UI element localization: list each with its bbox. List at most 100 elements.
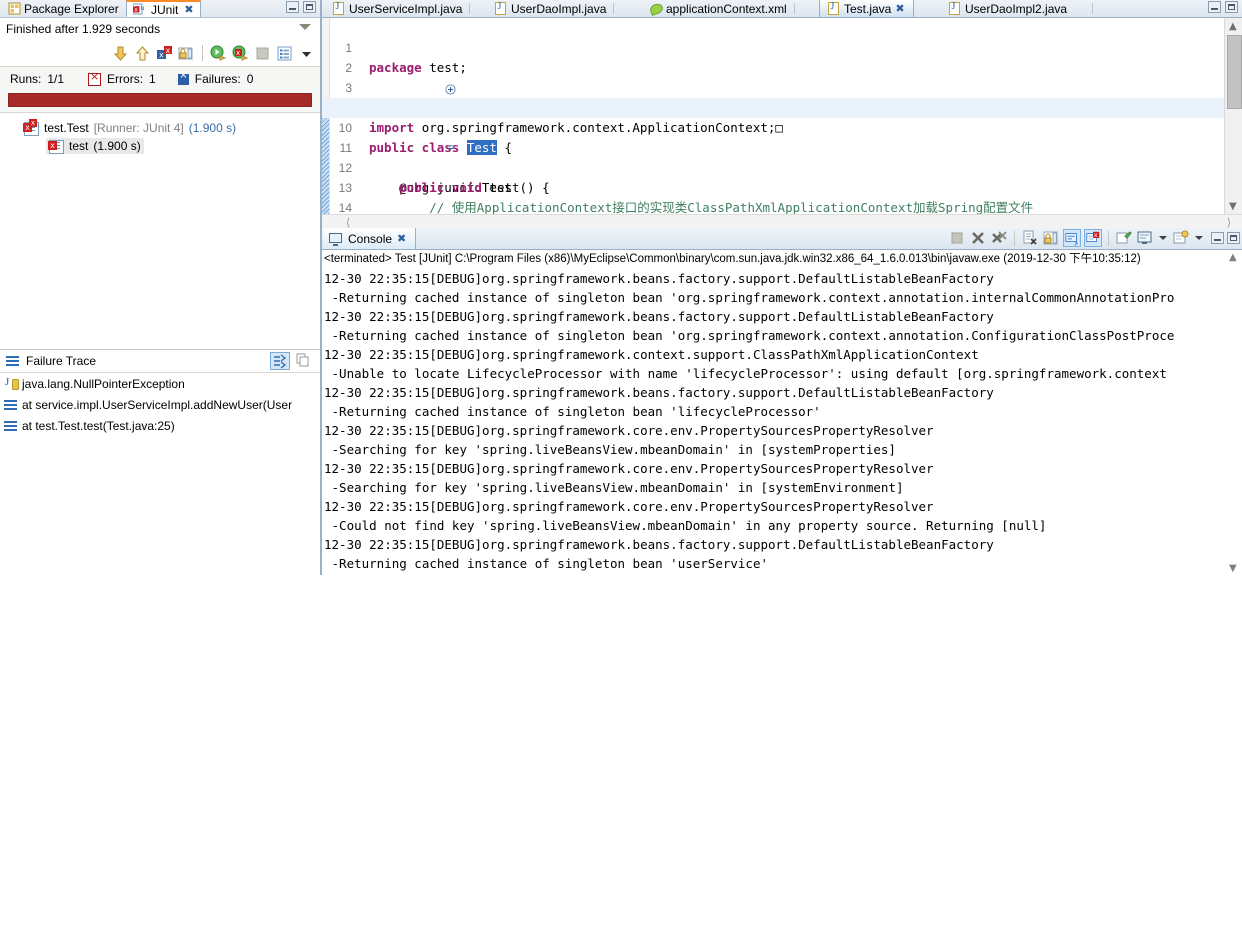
fold-collapse-icon[interactable] (355, 121, 456, 150)
tab-label: Package Explorer (24, 1, 119, 16)
scroll-down-icon[interactable]: ▼ (1225, 198, 1242, 214)
code-editor[interactable]: 1 package test; 2 3 import org.springfra… (321, 18, 1242, 214)
tree-item-runner: [Runner: JUnit 4] (93, 121, 184, 135)
junit-progress-bar (8, 93, 312, 107)
code-line: 3 import org.springframework.context.App… (321, 58, 1224, 135)
test-history-icon[interactable] (275, 44, 294, 63)
scroll-down-icon[interactable]: ▼ (1229, 563, 1237, 574)
console-line: 12-30 22:35:15[DEBUG]org.springframework… (324, 423, 934, 438)
close-icon[interactable]: ✖ (397, 232, 406, 245)
code-line: 12 public void test() { (321, 138, 1224, 195)
fold-expand-icon[interactable] (355, 61, 456, 95)
scroll-up-icon[interactable]: ▲ (1229, 252, 1237, 263)
rerun-test-icon[interactable] (209, 44, 228, 63)
tab-user-dao-impl[interactable]: UserDaoImpl.java (487, 0, 615, 17)
package-explorer-icon (8, 2, 21, 15)
console-line: 12-30 22:35:15[DEBUG]org.springframework… (324, 461, 934, 476)
tab-console[interactable]: Console ✖ (323, 228, 417, 249)
code-line: 10 public class Test { (321, 98, 1224, 155)
test-class-error-icon: xx (23, 119, 39, 136)
tree-item-time: (1.900 s) (93, 139, 141, 153)
junit-icon: xu (132, 3, 148, 16)
code-lines: 1 package test; 2 3 import org.springfra… (321, 18, 1224, 214)
editor-vertical-scrollbar[interactable]: ▲ ▼ (1224, 18, 1242, 214)
filter-stack-trace-icon[interactable] (270, 352, 290, 370)
close-icon[interactable]: ✖ (895, 2, 904, 15)
tree-item-test-method[interactable]: x test (1.900 s) (0, 137, 320, 155)
lock-scroll-icon[interactable] (177, 44, 196, 63)
next-failure-icon[interactable] (111, 44, 130, 63)
tab-user-service-impl[interactable]: UserServiceImpl.java (325, 0, 471, 17)
show-console-on-output-icon[interactable]: x (1084, 229, 1102, 247)
failures-label: Failures: (194, 72, 241, 86)
display-selected-console-dropdown[interactable] (1159, 236, 1167, 240)
open-console-dropdown[interactable] (1195, 236, 1203, 240)
list-item[interactable]: at service.impl.UserServiceImpl.addNewUs… (0, 394, 320, 415)
open-console-icon[interactable] (1172, 229, 1190, 247)
console-output[interactable]: <terminated> Test [JUnit] C:\Program Fil… (321, 250, 1242, 576)
code-line: 11 @org.junit.Test (321, 118, 1224, 195)
chevron-down-icon[interactable] (299, 24, 311, 30)
display-selected-console-icon[interactable] (1136, 229, 1154, 247)
minimize-button[interactable] (1211, 232, 1224, 244)
stop-icon (253, 44, 272, 63)
scrollbar-thumb[interactable] (1227, 35, 1242, 109)
remove-launch-icon[interactable] (969, 229, 987, 247)
svg-text:x: x (166, 46, 171, 55)
show-failures-only-icon[interactable]: xx (155, 44, 174, 63)
clear-console-icon[interactable] (1021, 229, 1039, 247)
tab-label: UserServiceImpl.java (349, 1, 463, 16)
scroll-lock-icon[interactable] (1042, 229, 1060, 247)
tree-item-label: test.Test (44, 121, 89, 135)
tree-item-test-class[interactable]: xx test.Test [Runner: JUnit 4] (1.900 s) (0, 119, 320, 137)
failures-icon (177, 70, 189, 85)
minimize-button[interactable] (1208, 1, 1221, 13)
list-item-label: java.lang.NullPointerException (22, 376, 185, 391)
test-method-error-icon: x (48, 139, 64, 154)
rerun-failed-tests-icon[interactable]: x (231, 44, 250, 63)
list-item[interactable]: at test.Test.test(Test.java:25) (0, 415, 320, 436)
console-line: -Searching for key 'spring.liveBeansView… (324, 442, 896, 457)
close-icon[interactable]: ✖ (184, 3, 193, 16)
stack-frame-icon (4, 399, 18, 411)
minimize-button[interactable] (286, 1, 299, 13)
terminate-icon (948, 229, 966, 247)
pin-console-icon[interactable] (1115, 229, 1133, 247)
code-line: 15 "applicationContext.xml"); (321, 198, 1224, 214)
junit-status-line: Finished after 1.929 seconds (0, 18, 320, 40)
maximize-button[interactable] (303, 1, 316, 13)
left-view-tabbar: Package Explorer xu JUnit ✖ (0, 0, 320, 18)
view-menu-icon[interactable] (297, 44, 316, 63)
console-line: -Unable to locate LifecycleProcessor wit… (324, 366, 1167, 381)
tab-junit[interactable]: xu JUnit ✖ (126, 0, 201, 17)
maximize-button[interactable] (1225, 1, 1238, 13)
editor-window-buttons (1208, 1, 1238, 13)
panel-divider[interactable] (321, 0, 322, 575)
code-line: 2 (321, 38, 1224, 75)
console-line: -Searching for key 'spring.liveBeansView… (324, 480, 904, 495)
scroll-up-icon[interactable]: ▲ (1225, 18, 1242, 34)
word-wrap-icon[interactable] (1063, 229, 1081, 247)
tab-application-context-xml[interactable]: applicationContext.xml (641, 0, 795, 17)
list-item[interactable]: java.lang.NullPointerException (0, 373, 320, 394)
tab-test-java[interactable]: Test.java ✖ (819, 0, 914, 17)
tree-item-label: test (69, 139, 89, 153)
java-file-icon (333, 1, 345, 15)
left-window-buttons (286, 1, 316, 13)
console-line: 12-30 22:35:15[DEBUG]org.springframework… (324, 499, 934, 514)
svg-text:u: u (141, 4, 145, 12)
console-line: 12-30 22:35:15[DEBUG]org.springframework… (324, 385, 994, 400)
maximize-button[interactable] (1227, 232, 1240, 244)
tab-label: applicationContext.xml (666, 1, 787, 16)
editor-and-console-area: UserServiceImpl.java UserDaoImpl.java ap… (321, 0, 1242, 576)
console-tabbar: Console ✖ x (321, 228, 1242, 250)
tab-user-dao-impl2[interactable]: UserDaoImpl2.java (941, 0, 1094, 17)
console-vertical-scrollbar[interactable]: ▲ ▼ (1227, 250, 1242, 576)
tab-package-explorer[interactable]: Package Explorer (2, 0, 125, 17)
copy-trace-icon[interactable] (294, 352, 314, 370)
remove-all-launches-icon[interactable] (990, 229, 1008, 247)
tab-label: UserDaoImpl2.java (965, 1, 1068, 16)
previous-failure-icon[interactable] (133, 44, 152, 63)
failures-value: 0 (246, 72, 254, 86)
failure-trace-icon (6, 355, 20, 367)
